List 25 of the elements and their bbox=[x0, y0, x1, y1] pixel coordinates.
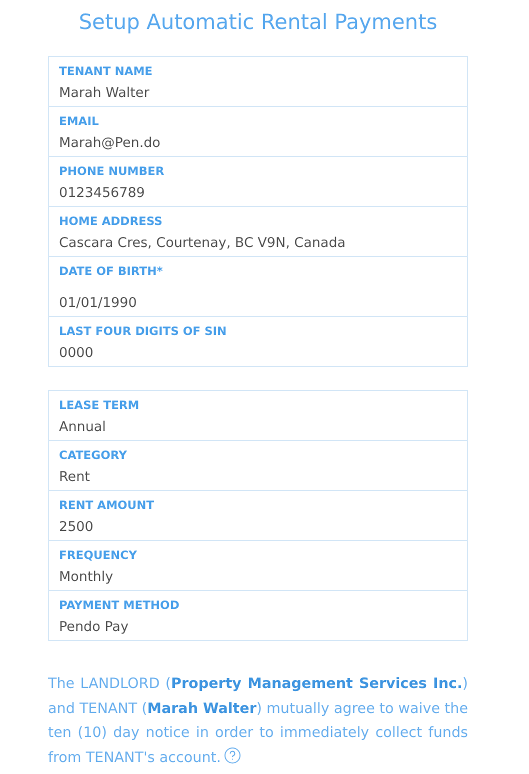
help-icon[interactable] bbox=[224, 746, 241, 764]
field-label: TENANT NAME bbox=[59, 64, 154, 78]
field-label: HOME ADDRESS bbox=[59, 214, 164, 228]
field-value: Marah@Pen.do bbox=[59, 135, 162, 151]
field-value: Rent bbox=[59, 469, 91, 485]
field-label: LEASE TERM bbox=[59, 398, 140, 412]
field-value: Monthly bbox=[59, 569, 114, 585]
field-label: LAST FOUR DIGITS OF SIN bbox=[59, 324, 228, 338]
field-label: RENT AMOUNT bbox=[59, 498, 156, 512]
field-value: Marah Walter bbox=[59, 85, 150, 101]
field-label: EMAIL bbox=[59, 114, 100, 128]
agreement-text: The LANDLORD (Property Management Services Inc.) and TENANT (Marah Walter) mutually agree to waive the ten (10) day notice in order to immediately collect funds from TENANT's account. bbox=[48, 675, 468, 768]
field-label: FREQUENCY bbox=[59, 548, 138, 562]
field-label: DATE OF BIRTH* bbox=[59, 264, 164, 278]
field-value: Annual bbox=[59, 419, 107, 435]
field-label: PAYMENT METHOD bbox=[59, 598, 180, 612]
page-title: Setup Automatic Rental Payments bbox=[78, 10, 438, 34]
field-label: CATEGORY bbox=[59, 448, 128, 462]
field-label: PHONE NUMBER bbox=[59, 164, 166, 178]
field-value: 0000 bbox=[59, 345, 94, 361]
field-value: Cascara Cres, Courtenay, BC V9N, Canada bbox=[59, 235, 347, 251]
field-value: 01/01/1990 bbox=[59, 295, 138, 311]
field-value: 0123456789 bbox=[59, 185, 146, 201]
field-value: 2500 bbox=[59, 519, 94, 535]
field-value: Pendo Pay bbox=[59, 619, 130, 635]
